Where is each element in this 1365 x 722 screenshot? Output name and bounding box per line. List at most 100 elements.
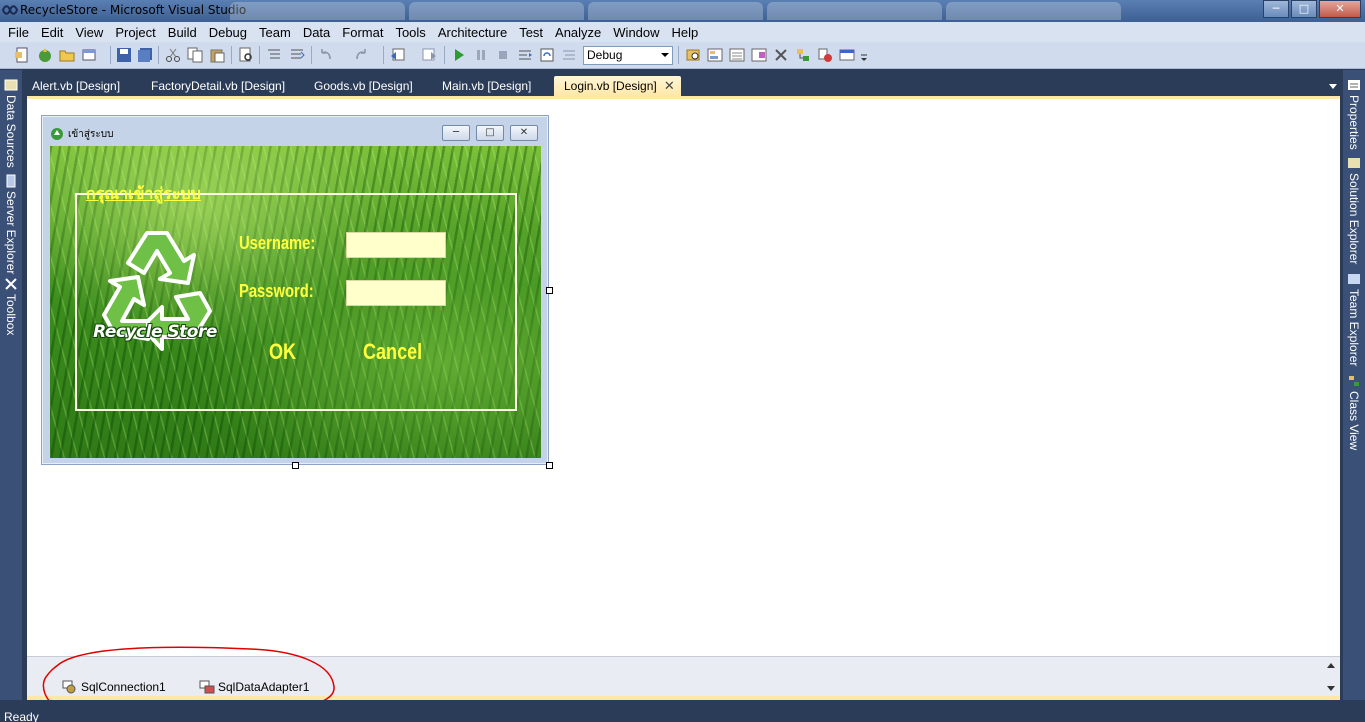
tab-main-design[interactable]: Main.vb [Design] (432, 76, 541, 96)
form-title-text: เข้าสู่ระบบ (68, 128, 114, 140)
scroll-up-icon[interactable] (1327, 663, 1335, 668)
tray-scrollbar[interactable] (1322, 657, 1340, 697)
comment-lines-icon[interactable] (266, 47, 282, 63)
menu-bar: File Edit View Project Build Debug Team … (0, 22, 1365, 42)
menu-team[interactable]: Team (253, 25, 297, 40)
break-all-icon[interactable] (473, 47, 489, 63)
menu-edit[interactable]: Edit (35, 25, 69, 40)
properties-window-icon[interactable] (729, 47, 745, 63)
object-browser-icon[interactable] (751, 47, 767, 63)
password-textbox[interactable] (346, 280, 446, 306)
step-out-icon[interactable] (561, 47, 577, 63)
left-autohide-strip: Data Sources Server Explorer Toolbox (0, 70, 22, 700)
solution-explorer-tab[interactable]: Solution Explorer (1345, 156, 1363, 264)
data-sources-tab[interactable]: Data Sources (2, 78, 20, 168)
undo-icon[interactable] (318, 47, 334, 63)
save-icon[interactable] (116, 47, 132, 63)
standard-toolbar: Debug (0, 42, 1365, 69)
stop-debugging-icon[interactable] (495, 47, 511, 63)
username-label: Username: (239, 233, 316, 253)
class-view-tab[interactable]: Class View (1345, 374, 1363, 450)
menu-view[interactable]: View (69, 25, 109, 40)
paste-icon[interactable] (209, 47, 225, 63)
server-explorer-tab[interactable]: Server Explorer (2, 174, 20, 274)
toolbox-icon[interactable] (773, 47, 789, 63)
uncomment-lines-icon[interactable] (289, 47, 305, 63)
menu-format[interactable]: Format (336, 25, 389, 40)
toolbox-tab[interactable]: Toolbox (2, 277, 20, 335)
tab-login-design[interactable]: Login.vb [Design] ✕ (554, 76, 681, 96)
form-maximize-button[interactable]: □ (476, 125, 504, 141)
resize-handle-right[interactable] (546, 287, 553, 294)
class-view-icon (1349, 376, 1359, 386)
data-sources-icon (4, 79, 18, 91)
menu-project[interactable]: Project (109, 25, 161, 40)
add-new-item-icon[interactable] (81, 47, 97, 63)
menu-build[interactable]: Build (162, 25, 203, 40)
properties-tab[interactable]: Properties (1345, 78, 1363, 150)
browser-ghost-tabs (230, 2, 1121, 20)
cut-icon[interactable] (165, 47, 181, 63)
extension-manager-icon[interactable] (817, 47, 833, 63)
save-all-icon[interactable] (137, 47, 153, 63)
tab-goods-design[interactable]: Goods.vb [Design] (304, 76, 423, 96)
form-minimize-button[interactable]: ─ (442, 125, 470, 141)
step-over-icon[interactable] (539, 47, 555, 63)
ok-button[interactable]: OK (269, 339, 296, 365)
form-close-button[interactable]: ✕ (510, 125, 538, 141)
team-explorer-icon (1348, 274, 1360, 284)
document-tab-strip: Alert.vb [Design] FactoryDetail.vb [Desi… (22, 70, 1343, 96)
status-text: Ready (4, 710, 39, 722)
scroll-down-icon[interactable] (1327, 686, 1335, 691)
login-form-preview[interactable]: เข้าสู่ระบบ ─ □ ✕ กรุณาเข้าสู่ระบบ Recyc… (41, 115, 549, 465)
tab-alert-design[interactable]: Alert.vb [Design] (22, 76, 130, 96)
menu-file[interactable]: File (2, 25, 35, 40)
logo-text: Recycle Store (93, 322, 217, 342)
menu-window[interactable]: Window (607, 25, 665, 40)
close-button[interactable]: ✕ (1319, 0, 1361, 18)
grass-background-image: กรุณาเข้าสู่ระบบ Recycle Store Username:… (50, 146, 541, 458)
chevron-down-icon (661, 53, 669, 57)
cancel-button[interactable]: Cancel (363, 339, 422, 365)
server-explorer-icon (6, 174, 16, 188)
tab-factorydetail-design[interactable]: FactoryDetail.vb [Design] (141, 76, 295, 96)
resize-handle-corner[interactable] (546, 462, 553, 469)
copy-icon[interactable] (187, 47, 203, 63)
form-title-bar: เข้าสู่ระบบ (50, 124, 113, 144)
solution-explorer-icon (1348, 158, 1360, 168)
tab-dropdown-icon[interactable] (1329, 84, 1337, 89)
team-explorer-tab[interactable]: Team Explorer (1345, 272, 1363, 366)
start-debugging-icon[interactable] (451, 47, 467, 63)
visual-studio-icon (2, 5, 18, 15)
solution-explorer-icon[interactable] (707, 47, 723, 63)
close-tab-icon[interactable]: ✕ (664, 76, 675, 96)
menu-debug[interactable]: Debug (203, 25, 253, 40)
window-title: RecycleStore - Microsoft Visual Studio (20, 3, 247, 17)
solution-configuration-select[interactable]: Debug (583, 46, 673, 65)
find-icon[interactable] (238, 47, 254, 63)
password-label: Password: (239, 281, 314, 301)
menu-tools[interactable]: Tools (389, 25, 431, 40)
find-in-files-icon[interactable] (685, 47, 701, 63)
start-page-icon[interactable] (839, 47, 855, 63)
toolbar-options-icon[interactable] (860, 47, 868, 63)
redo-icon[interactable] (353, 47, 369, 63)
maximize-button[interactable]: □ (1291, 0, 1317, 18)
step-into-icon[interactable] (517, 47, 533, 63)
navigate-forward-icon[interactable] (421, 47, 437, 63)
open-file-icon[interactable] (59, 47, 75, 63)
add-item-icon[interactable] (37, 47, 53, 63)
class-view-icon[interactable] (795, 47, 811, 63)
toolbox-icon (5, 278, 17, 290)
new-project-icon[interactable] (14, 47, 30, 63)
right-autohide-strip: Properties Solution Explorer Team Explor… (1343, 70, 1365, 700)
navigate-backward-icon[interactable] (390, 47, 406, 63)
menu-architecture[interactable]: Architecture (432, 25, 513, 40)
menu-help[interactable]: Help (666, 25, 705, 40)
menu-test[interactable]: Test (513, 25, 549, 40)
menu-data[interactable]: Data (297, 25, 336, 40)
username-textbox[interactable] (346, 232, 446, 258)
resize-handle-bottom[interactable] (292, 462, 299, 469)
minimize-button[interactable]: ─ (1263, 0, 1289, 18)
menu-analyze[interactable]: Analyze (549, 25, 607, 40)
